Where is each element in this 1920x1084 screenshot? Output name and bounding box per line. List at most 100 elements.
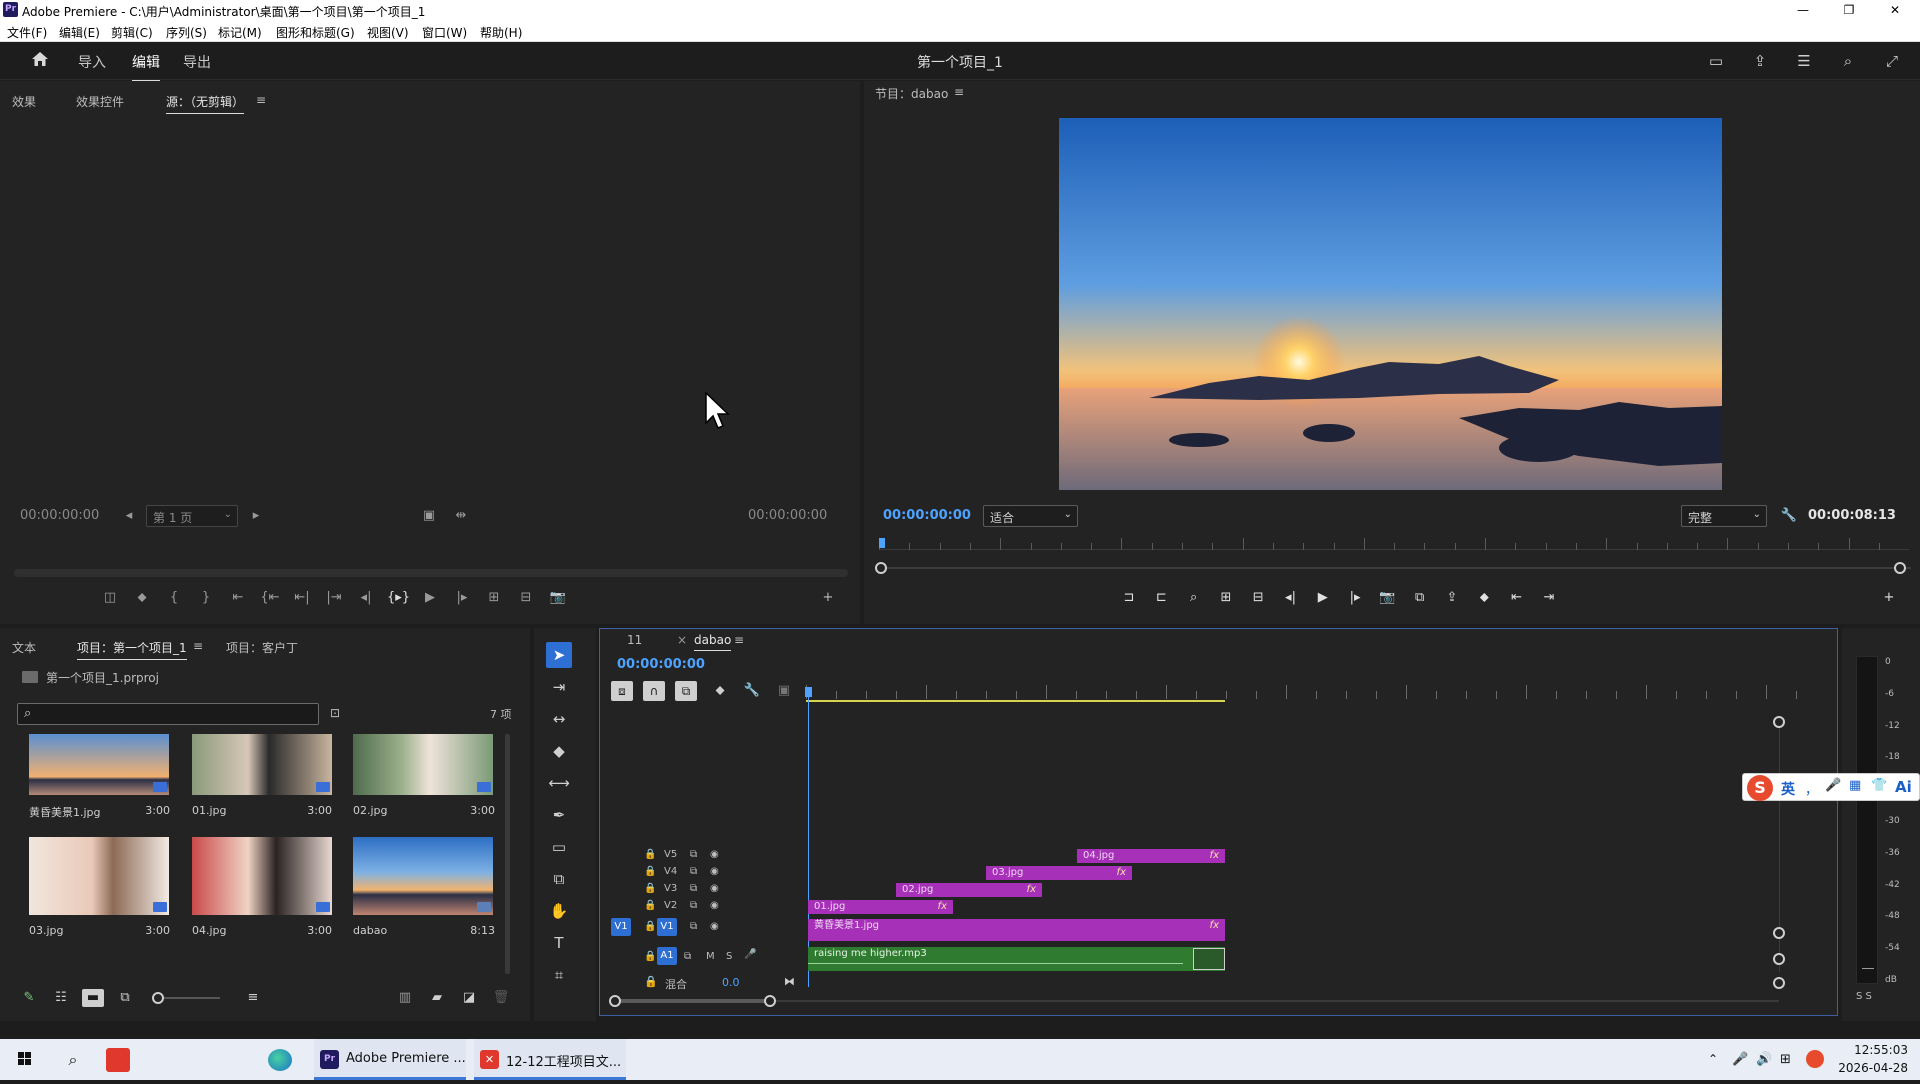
nest-icon[interactable]: ⧈ bbox=[611, 681, 633, 701]
tray-expand-icon[interactable]: ⌃ bbox=[1708, 1039, 1726, 1080]
program-timecode-current[interactable]: 00:00:00:00 bbox=[883, 508, 971, 523]
track-lock-icon[interactable]: 🔒 bbox=[644, 921, 656, 932]
export-frame-icon[interactable]: 📷 bbox=[1376, 588, 1398, 608]
new-bin-icon[interactable]: ▰ bbox=[426, 988, 448, 1008]
taskbar-wps-file[interactable]: ✕ 12-12工程项目文... bbox=[474, 1039, 626, 1080]
insert-icon[interactable]: ⊞ bbox=[1215, 588, 1237, 608]
program-zoom-handle-right[interactable] bbox=[1894, 562, 1906, 574]
page-select[interactable]: 第 1 页 ⌄ bbox=[146, 505, 238, 527]
export-frame-icon[interactable]: 📷 bbox=[547, 588, 569, 608]
menu-sequence[interactable]: 序列(S) bbox=[166, 24, 207, 41]
menu-graphics[interactable]: 图形和标题(G) bbox=[276, 24, 355, 41]
add-marker-icon[interactable]: ⬥ bbox=[709, 681, 731, 701]
track-sync-icon[interactable]: ⧉ bbox=[690, 866, 697, 877]
track-visibility-eye-icon[interactable]: ◉ bbox=[710, 849, 719, 860]
taskbar-date[interactable]: 2026-04-28 bbox=[1838, 1061, 1908, 1075]
minimize-button[interactable]: — bbox=[1780, 0, 1826, 20]
panel-layout-icon[interactable]: ▭ bbox=[1705, 51, 1727, 71]
solo-buttons[interactable]: S S bbox=[1856, 991, 1872, 1002]
clip-audio-raising-me-higher[interactable]: raising me higher.mp3 bbox=[808, 947, 1225, 971]
project-item-thumb[interactable] bbox=[192, 734, 332, 795]
menu-window[interactable]: 窗口(W) bbox=[422, 24, 467, 41]
prev-page-icon[interactable]: ◂ bbox=[118, 506, 140, 526]
step-back-icon[interactable]: ◂| bbox=[355, 588, 377, 608]
tab-program[interactable]: 节目：dabao bbox=[875, 85, 948, 102]
project-item-thumb[interactable] bbox=[353, 837, 493, 915]
program-zoom-bar[interactable] bbox=[881, 567, 1911, 569]
new-item-icon[interactable]: ◪ bbox=[458, 988, 480, 1008]
step-back-icon[interactable]: ◂| bbox=[1280, 588, 1302, 608]
icon-view-icon[interactable]: ▬ bbox=[82, 989, 104, 1007]
insert-clip-icon[interactable]: ◫ bbox=[99, 588, 121, 608]
menu-help[interactable]: 帮助(H) bbox=[480, 24, 522, 41]
step-forward-icon[interactable]: |▸ bbox=[451, 588, 473, 608]
timeline-tab-menu-icon[interactable]: ≡ bbox=[734, 633, 744, 647]
ime-language-toggle[interactable]: 英 bbox=[1781, 779, 1795, 799]
source-timecode-current[interactable]: 00:00:00:00 bbox=[20, 508, 99, 523]
snap-icon[interactable]: ∩ bbox=[643, 681, 665, 701]
track-sync-icon[interactable]: ⧉ bbox=[690, 849, 697, 860]
timeline-playhead-handle[interactable] bbox=[805, 687, 812, 697]
overwrite-icon[interactable]: ⊟ bbox=[1247, 588, 1269, 608]
program-playhead[interactable] bbox=[879, 538, 885, 548]
mark-in-icon[interactable]: { bbox=[163, 588, 185, 608]
ime-skin-icon[interactable]: 👕 bbox=[1871, 778, 1887, 793]
next-page-icon[interactable]: ▸ bbox=[245, 506, 267, 526]
clip-02-jpg[interactable]: 02.jpg fx bbox=[896, 883, 1042, 897]
safe-margins-icon[interactable]: ▣ bbox=[418, 506, 440, 526]
project-item-thumb[interactable] bbox=[29, 734, 169, 795]
slip-tool-icon[interactable]: ⟷ bbox=[546, 770, 572, 796]
tray-microphone-icon[interactable]: 🎤 bbox=[1732, 1039, 1750, 1080]
menu-view[interactable]: 视图(V) bbox=[367, 24, 409, 41]
menu-edit[interactable]: 编辑(E) bbox=[59, 24, 100, 41]
vscroll-handle-bottom[interactable] bbox=[1773, 927, 1785, 939]
ime-voice-icon[interactable]: 🎤 bbox=[1825, 778, 1841, 793]
tab-source[interactable]: 源：（无剪辑） bbox=[166, 93, 245, 114]
go-to-out-icon[interactable]: ⇤| bbox=[291, 588, 313, 608]
project-item-thumb[interactable] bbox=[353, 734, 493, 795]
track-target-a1[interactable]: A1 bbox=[657, 947, 677, 965]
zoom-slider-handle[interactable] bbox=[152, 992, 164, 1004]
linked-selection-icon[interactable]: ⧉ bbox=[675, 681, 697, 701]
tab-sequence-dabao[interactable]: dabao bbox=[694, 633, 732, 651]
freeform-view-icon[interactable]: ⧉ bbox=[114, 988, 136, 1008]
close-tab-icon[interactable]: × bbox=[677, 633, 687, 647]
audio-transition[interactable] bbox=[1193, 948, 1225, 970]
add-marker-small-icon[interactable]: ⇹ bbox=[450, 506, 472, 526]
play-in-to-out-icon[interactable]: {▸} bbox=[387, 588, 410, 608]
hand-tool-icon[interactable]: ✋ bbox=[546, 898, 572, 924]
go-to-in-icon[interactable]: ⇤ bbox=[1506, 588, 1528, 608]
work-area-bar[interactable] bbox=[806, 700, 1225, 702]
menu-clip[interactable]: 剪辑(C) bbox=[111, 24, 153, 41]
maximize-button[interactable]: ❐ bbox=[1826, 0, 1872, 20]
go-to-in-icon[interactable]: ⇤ bbox=[227, 588, 249, 608]
project-search-field[interactable]: ⌕ bbox=[17, 703, 319, 725]
zoom-slider-track[interactable] bbox=[164, 997, 220, 999]
clip-04-jpg[interactable]: 04.jpg fx bbox=[1077, 849, 1225, 863]
track-lock-icon[interactable]: 🔒 bbox=[644, 951, 656, 962]
fit-select[interactable]: 适合 ⌄ bbox=[983, 505, 1078, 527]
taskbar-time[interactable]: 12:55:03 bbox=[1838, 1043, 1908, 1057]
ime-keyboard-icon[interactable]: ▦ bbox=[1849, 778, 1861, 793]
razor-tool-icon[interactable]: ◆ bbox=[546, 738, 572, 764]
list-view-icon[interactable]: ☷ bbox=[50, 988, 72, 1008]
vr-video-icon[interactable]: ⧉ bbox=[1409, 588, 1431, 608]
track-sync-icon[interactable]: ⧉ bbox=[690, 883, 697, 894]
extract-icon[interactable]: ⊏ bbox=[1150, 588, 1172, 608]
track-visibility-eye-icon[interactable]: ◉ bbox=[710, 900, 719, 911]
program-add-button[interactable]: + bbox=[1878, 588, 1900, 608]
track-sync-icon[interactable]: ⧉ bbox=[690, 900, 697, 911]
automate-to-sequence-icon[interactable]: ▥ bbox=[394, 988, 416, 1008]
ime-ai-icon[interactable]: Ai bbox=[1895, 778, 1912, 796]
hscroll-handle-right[interactable] bbox=[764, 995, 776, 1007]
source-tab-menu-icon[interactable]: ≡ bbox=[256, 93, 266, 107]
track-lock-icon[interactable]: 🔒 bbox=[644, 849, 656, 860]
timeline-horizontal-scroll[interactable] bbox=[614, 1000, 1779, 1002]
selection-tool-icon[interactable]: ➤ bbox=[546, 642, 572, 668]
tray-volume-icon[interactable]: 🔊 bbox=[1756, 1039, 1774, 1080]
tab-text[interactable]: 文本 bbox=[12, 639, 36, 656]
step-forward-icon[interactable]: |▸ bbox=[1344, 588, 1366, 608]
ripple-edit-tool-icon[interactable]: ↔ bbox=[546, 706, 572, 732]
sort-icon[interactable]: ≡ bbox=[242, 988, 264, 1008]
project-item-thumb[interactable] bbox=[29, 837, 169, 915]
